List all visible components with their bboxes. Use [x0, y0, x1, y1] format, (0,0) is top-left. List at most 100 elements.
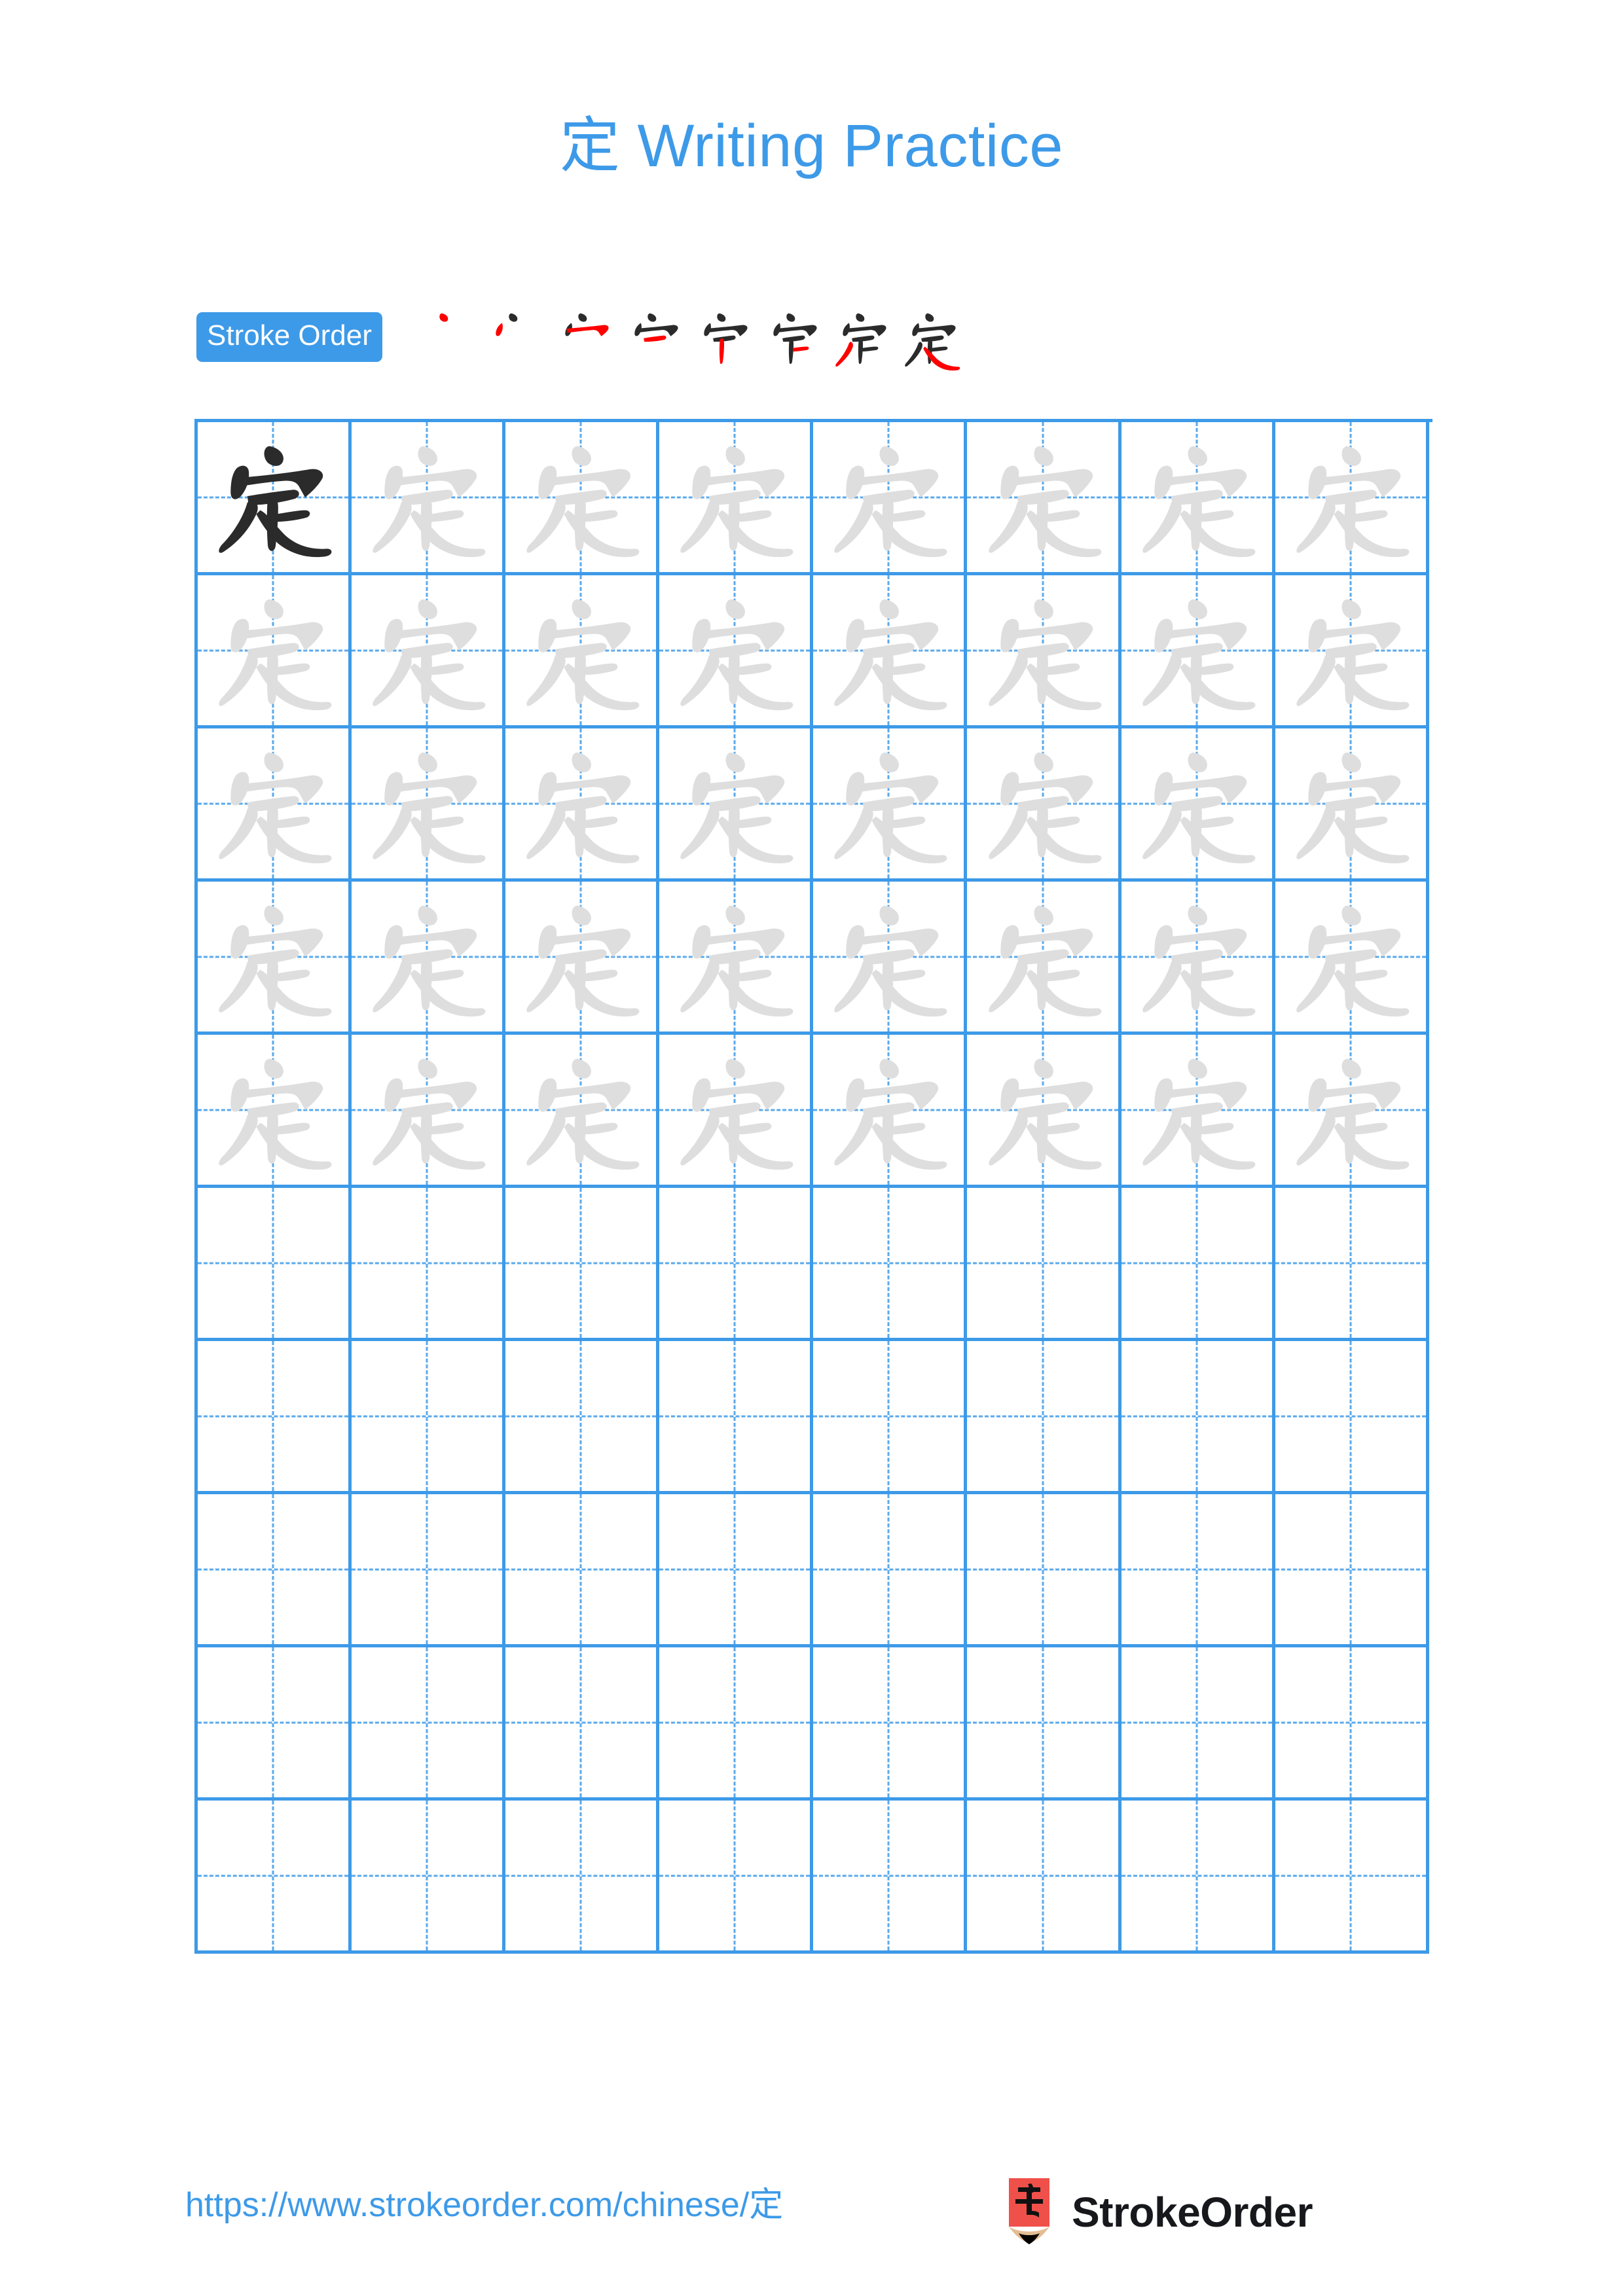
practice-cell-empty[interactable]	[967, 1341, 1122, 1494]
practice-cell-trace[interactable]	[659, 1035, 814, 1188]
practice-cell-empty[interactable]	[198, 1341, 352, 1494]
practice-cell-empty[interactable]	[967, 1494, 1122, 1647]
footer-url-link[interactable]: https://www.strokeorder.com/chinese/定	[185, 2183, 783, 2227]
practice-cell-trace[interactable]	[813, 1035, 968, 1188]
trace-character	[505, 422, 656, 572]
practice-cell-trace[interactable]	[967, 422, 1122, 575]
model-character	[198, 422, 348, 572]
practice-cell-trace[interactable]	[198, 1035, 352, 1188]
practice-cell-trace[interactable]	[659, 728, 814, 882]
practice-cell-trace[interactable]	[352, 882, 506, 1035]
practice-cell-empty[interactable]	[813, 1341, 968, 1494]
brand-logo-group[interactable]: StrokeOrder	[1004, 2178, 1313, 2246]
practice-cell-empty[interactable]	[659, 1801, 814, 1954]
practice-cell-trace[interactable]	[505, 1035, 660, 1188]
practice-cell-model[interactable]	[198, 422, 352, 575]
trace-character	[352, 422, 502, 572]
practice-cell-empty[interactable]	[352, 1341, 506, 1494]
practice-cell-empty[interactable]	[505, 1801, 660, 1954]
practice-cell-empty[interactable]	[352, 1494, 506, 1647]
trace-character	[967, 728, 1118, 878]
trace-character	[1275, 882, 1426, 1031]
practice-cell-trace[interactable]	[1121, 575, 1275, 728]
grid-row	[198, 1647, 1432, 1801]
practice-cell-trace[interactable]	[1275, 422, 1429, 575]
practice-cell-empty[interactable]	[505, 1494, 660, 1647]
practice-cell-empty[interactable]	[813, 1801, 968, 1954]
practice-cell-trace[interactable]	[813, 728, 968, 882]
practice-cell-trace[interactable]	[659, 882, 814, 1035]
practice-cell-trace[interactable]	[505, 575, 660, 728]
practice-cell-empty[interactable]	[505, 1341, 660, 1494]
practice-cell-empty[interactable]	[198, 1188, 352, 1341]
trace-character	[813, 882, 964, 1031]
practice-cell-empty[interactable]	[813, 1188, 968, 1341]
grid-row	[198, 1035, 1432, 1188]
practice-cell-trace[interactable]	[1275, 728, 1429, 882]
trace-character	[967, 575, 1118, 725]
practice-cell-empty[interactable]	[198, 1647, 352, 1801]
trace-character	[505, 728, 656, 878]
practice-cell-trace[interactable]	[505, 728, 660, 882]
practice-cell-trace[interactable]	[813, 422, 968, 575]
practice-cell-trace[interactable]	[352, 1035, 506, 1188]
practice-cell-empty[interactable]	[352, 1801, 506, 1954]
practice-cell-empty[interactable]	[659, 1647, 814, 1801]
practice-cell-trace[interactable]	[198, 728, 352, 882]
practice-cell-trace[interactable]	[659, 575, 814, 728]
practice-cell-trace[interactable]	[352, 728, 506, 882]
practice-cell-trace[interactable]	[813, 882, 968, 1035]
practice-cell-trace[interactable]	[1121, 1035, 1275, 1188]
practice-cell-empty[interactable]	[505, 1647, 660, 1801]
trace-character	[813, 1035, 964, 1185]
practice-cell-trace[interactable]	[967, 882, 1122, 1035]
trace-character	[505, 575, 656, 725]
practice-cell-trace[interactable]	[352, 422, 506, 575]
practice-cell-empty[interactable]	[1275, 1647, 1429, 1801]
practice-cell-trace[interactable]	[1275, 1035, 1429, 1188]
practice-cell-empty[interactable]	[1275, 1801, 1429, 1954]
practice-cell-empty[interactable]	[659, 1494, 814, 1647]
practice-cell-trace[interactable]	[198, 575, 352, 728]
practice-cell-trace[interactable]	[1121, 728, 1275, 882]
practice-cell-trace[interactable]	[1121, 422, 1275, 575]
practice-cell-empty[interactable]	[352, 1188, 506, 1341]
practice-cell-trace[interactable]	[967, 728, 1122, 882]
practice-cell-empty[interactable]	[659, 1341, 814, 1494]
practice-cell-empty[interactable]	[1121, 1647, 1275, 1801]
practice-cell-empty[interactable]	[1121, 1188, 1275, 1341]
practice-cell-empty[interactable]	[198, 1494, 352, 1647]
practice-cell-empty[interactable]	[967, 1801, 1122, 1954]
trace-character	[198, 728, 348, 878]
practice-cell-empty[interactable]	[1275, 1341, 1429, 1494]
practice-cell-trace[interactable]	[505, 882, 660, 1035]
practice-cell-trace[interactable]	[1121, 882, 1275, 1035]
practice-cell-empty[interactable]	[967, 1647, 1122, 1801]
practice-cell-empty[interactable]	[1275, 1494, 1429, 1647]
practice-cell-empty[interactable]	[813, 1494, 968, 1647]
practice-cell-empty[interactable]	[1275, 1188, 1429, 1341]
practice-cell-empty[interactable]	[1121, 1494, 1275, 1647]
practice-cell-trace[interactable]	[352, 575, 506, 728]
trace-character	[198, 1035, 348, 1185]
practice-cell-empty[interactable]	[813, 1647, 968, 1801]
practice-cell-trace[interactable]	[967, 575, 1122, 728]
practice-cell-empty[interactable]	[198, 1801, 352, 1954]
practice-cell-trace[interactable]	[198, 882, 352, 1035]
practice-cell-empty[interactable]	[505, 1188, 660, 1341]
practice-cell-empty[interactable]	[967, 1188, 1122, 1341]
practice-cell-trace[interactable]	[659, 422, 814, 575]
practice-cell-trace[interactable]	[813, 575, 968, 728]
practice-cell-empty[interactable]	[659, 1188, 814, 1341]
practice-cell-empty[interactable]	[352, 1647, 506, 1801]
practice-cell-trace[interactable]	[967, 1035, 1122, 1188]
practice-cell-trace[interactable]	[1275, 575, 1429, 728]
grid-row	[198, 422, 1432, 575]
practice-cell-empty[interactable]	[1121, 1801, 1275, 1954]
pencil-logo-icon	[1009, 2178, 1049, 2244]
practice-cell-trace[interactable]	[1275, 882, 1429, 1035]
trace-character	[1275, 422, 1426, 572]
stroke-step-7	[828, 304, 897, 376]
practice-cell-empty[interactable]	[1121, 1341, 1275, 1494]
practice-cell-trace[interactable]	[505, 422, 660, 575]
